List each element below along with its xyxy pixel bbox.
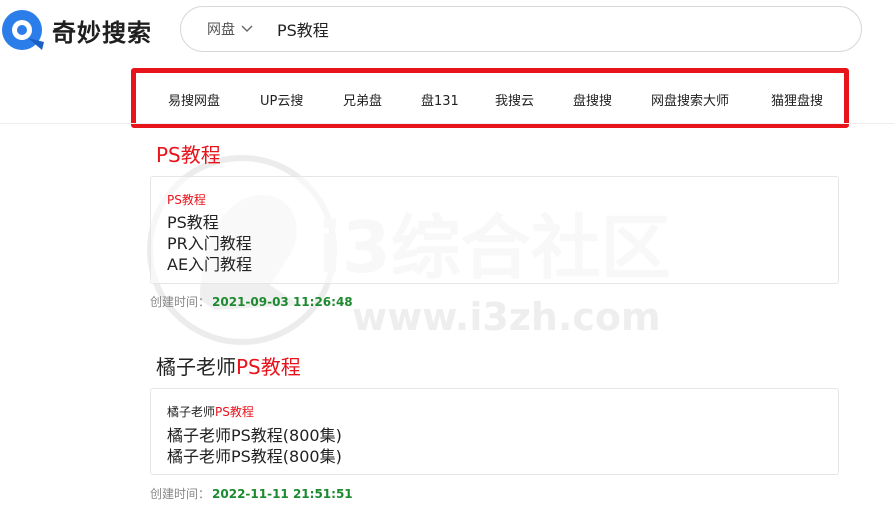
watermark-url: www.i3zh.com bbox=[352, 295, 661, 339]
engine-tab[interactable]: UP云搜 bbox=[260, 90, 303, 109]
engine-tab[interactable]: 网盘搜索大师 bbox=[651, 90, 729, 109]
created-label: 创建时间： bbox=[150, 295, 211, 309]
card-heading: 橘子老师PS教程 bbox=[167, 403, 254, 420]
engine-tab[interactable]: 盘搜搜 bbox=[573, 90, 612, 109]
card-heading-highlight: PS教程 bbox=[215, 405, 254, 419]
result-card: PS教程 PS教程 PR入门教程 AE入门教程 bbox=[150, 176, 839, 284]
created-time: 2022-11-11 21:51:51 bbox=[212, 487, 353, 501]
engine-tab[interactable]: 猫狸盘搜 bbox=[771, 90, 823, 109]
card-heading: PS教程 bbox=[167, 191, 206, 208]
file-entry: 橘子老师PS教程(800集) bbox=[167, 447, 342, 466]
created-label: 创建时间： bbox=[150, 487, 211, 501]
engine-tab[interactable]: 兄弟盘 bbox=[343, 90, 382, 109]
file-entry: AE入门教程 bbox=[167, 255, 253, 274]
engine-tab[interactable]: 盘131 bbox=[421, 90, 459, 109]
result-title-text: 橘子老师 bbox=[156, 355, 236, 379]
result-title-highlight: PS教程 bbox=[156, 143, 221, 167]
brand-name: 奇妙搜索 bbox=[52, 18, 152, 47]
search-box: 网盘 bbox=[180, 6, 862, 52]
chevron-down-icon bbox=[241, 25, 253, 32]
created-meta: 创建时间： 2021-09-03 11:26:48 bbox=[150, 293, 353, 310]
created-time: 2021-09-03 11:26:48 bbox=[212, 295, 353, 309]
result-card: 橘子老师PS教程 橘子老师PS教程(800集) 橘子老师PS教程(800集) bbox=[150, 388, 839, 475]
engine-tab[interactable]: 易搜网盘 bbox=[168, 90, 220, 109]
search-scope-dropdown[interactable]: 网盘 bbox=[207, 19, 253, 39]
result-title-highlight: PS教程 bbox=[236, 355, 301, 379]
card-heading-text: 橘子老师 bbox=[167, 405, 216, 419]
search-input[interactable] bbox=[275, 18, 799, 40]
engine-tabs-bar: 易搜网盘 UP云搜 兄弟盘 盘131 我搜云 盘搜搜 网盘搜索大师 猫狸盘搜 bbox=[131, 68, 849, 128]
engine-tab[interactable]: 我搜云 bbox=[495, 90, 534, 109]
logo[interactable]: 奇妙搜索 bbox=[0, 6, 152, 54]
header-divider bbox=[0, 123, 894, 124]
result-title[interactable]: PS教程 bbox=[156, 139, 221, 168]
search-scope-label: 网盘 bbox=[207, 22, 235, 38]
result-title[interactable]: 橘子老师PS教程 bbox=[156, 351, 301, 380]
created-meta: 创建时间： 2022-11-11 21:51:51 bbox=[150, 485, 353, 502]
card-heading-highlight: PS教程 bbox=[167, 193, 206, 207]
logo-icon bbox=[2, 10, 44, 50]
